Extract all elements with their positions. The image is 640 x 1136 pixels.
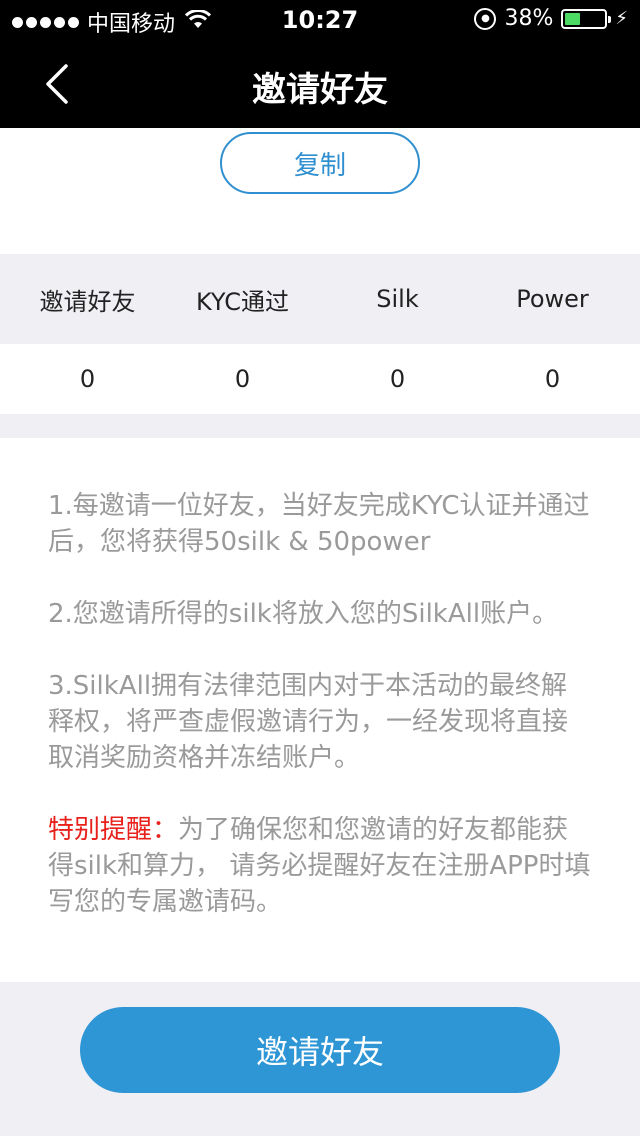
nav-bar: 邀请好友 (0, 40, 640, 128)
stats-value-silk: 0 (389, 365, 406, 393)
stats-header-row: 邀请好友 KYC通过 Silk Power (0, 254, 640, 344)
copy-button[interactable]: 复制 (220, 132, 420, 194)
battery-fill (565, 12, 580, 25)
rule-item-3: 3.SilkAll拥有法律范围内对于本活动的最终解释权，将严查虚假邀请行为，一经… (48, 671, 569, 773)
battery-percent: 38% (504, 6, 554, 31)
page-title: 邀请好友 (252, 70, 388, 110)
stats-header-invited: 邀请好友 (39, 287, 136, 316)
invite-friends-button[interactable]: 邀请好友 (80, 1007, 560, 1093)
stats-value-invited: 0 (79, 365, 96, 393)
stats-values-row: 0 0 0 0 (0, 344, 640, 414)
warning-note: 特别提醒：为了确保您和您邀请的好友都能获得silk和算力， 请务必提醒好友在注册… (48, 812, 592, 920)
stats-value-power: 0 (544, 365, 561, 393)
rule-item-1: 1.每邀请一位好友，当好友完成KYC认证并通过后，您将获得50silk & 50… (48, 491, 590, 557)
copy-section: 复制 (0, 128, 640, 254)
stats-header-power: Power (516, 285, 589, 313)
status-bar: 中国移动 10:27 ● 38% ⚡ (0, 0, 640, 40)
rule-item-2: 2.您邀请所得的silk将放入您的SilkAll账户。 (48, 599, 559, 629)
battery-icon (561, 8, 612, 29)
rotation-lock-icon: ● (474, 7, 497, 30)
stats-header-silk: Silk (376, 285, 419, 313)
charging-bolt-icon: ⚡ (615, 8, 628, 29)
rules-section: 1.每邀请一位好友，当好友完成KYC认证并通过后，您将获得50silk & 50… (0, 438, 640, 982)
status-right: ● 38% ⚡ (474, 6, 628, 31)
warning-label: 特别提醒： (48, 815, 179, 845)
stats-header-kyc: KYC通过 (196, 287, 289, 316)
stats-value-kyc: 0 (234, 365, 251, 393)
